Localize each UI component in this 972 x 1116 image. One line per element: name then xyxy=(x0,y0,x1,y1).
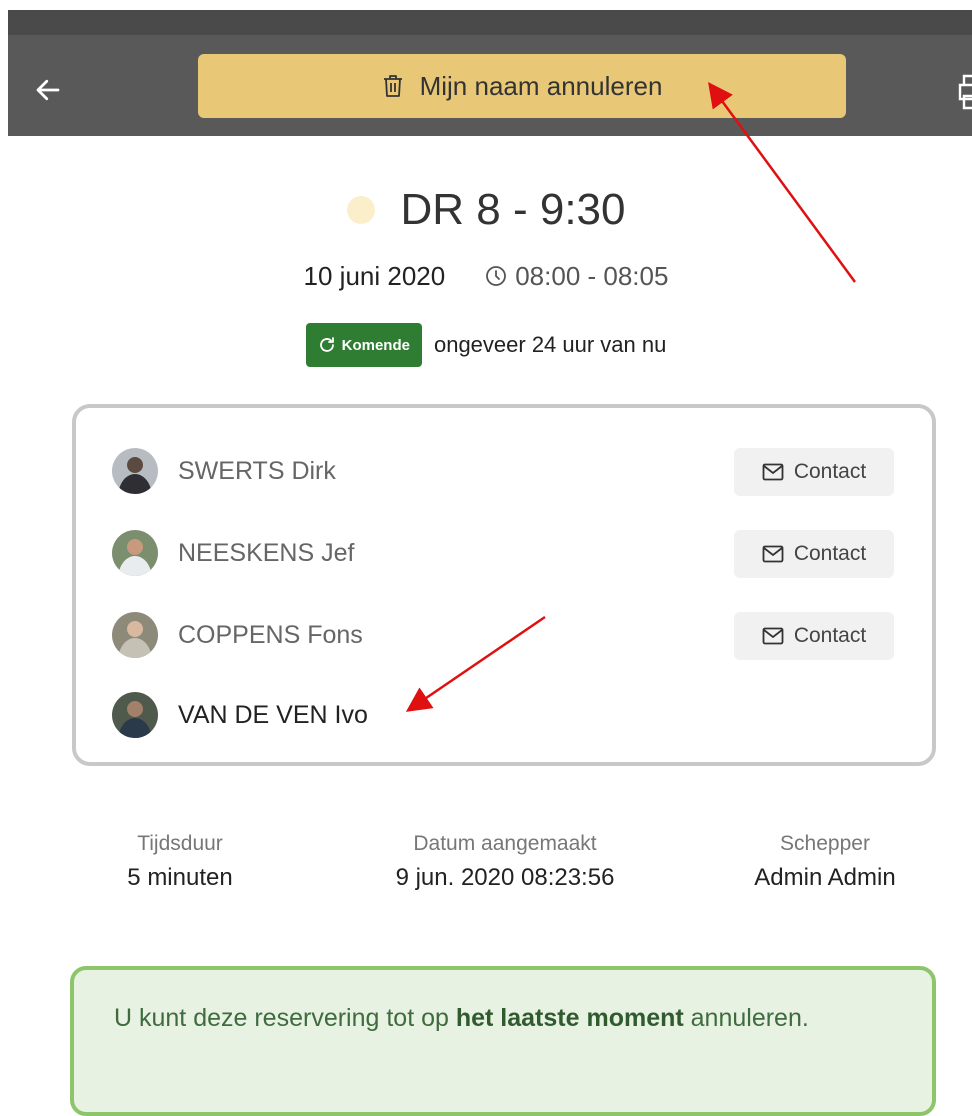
info-label: Tijdsduur xyxy=(137,832,223,855)
relative-time: ongeveer 24 uur van nu xyxy=(433,332,667,357)
top-strip xyxy=(8,0,972,10)
trash-icon xyxy=(383,75,402,97)
contact-button[interactable]: Contact xyxy=(734,612,894,660)
player-row: COPPENS Fons Contact xyxy=(112,610,894,660)
status-row: Komende ongeveer 24 uur van nu xyxy=(0,322,972,368)
contact-button-label: Contact xyxy=(793,624,867,647)
notice-text-prefix: U kunt deze reservering tot op xyxy=(114,1004,456,1032)
notice-text-bold: het laatste moment xyxy=(455,1004,684,1032)
reservation-time: 08:00 - 08:05 xyxy=(485,261,668,292)
reservation-date: 10 juni 2020 xyxy=(303,260,446,291)
info-value: 5 minuten xyxy=(127,864,233,891)
info-created: Datum aangemaakt 9 jun. 2020 08:23:56 xyxy=(350,832,660,892)
contact-button[interactable]: Contact xyxy=(734,530,894,578)
notice-text-suffix: annuleren. xyxy=(683,1004,809,1032)
status-badge-label: Komende xyxy=(341,336,410,354)
player-name: NEESKENS Jef xyxy=(178,538,355,567)
avatar[interactable] xyxy=(112,612,158,658)
avatar[interactable] xyxy=(112,448,158,494)
contact-button-label: Contact xyxy=(793,542,867,565)
toolbar-top-strip xyxy=(8,10,972,35)
info-creator: Schepper Admin Admin xyxy=(720,832,930,892)
printer-icon[interactable] xyxy=(958,74,972,110)
reservation-title-row: DR 8 - 9:30 xyxy=(0,178,972,242)
avatar[interactable] xyxy=(112,692,158,738)
status-dot xyxy=(346,196,375,224)
cancellation-notice: U kunt deze reservering tot op het laats… xyxy=(70,966,936,1116)
players-card: SWERTS Dirk Contact NEESKENS Jef Contact… xyxy=(72,404,936,766)
status-badge: Komende xyxy=(305,323,422,367)
mail-icon xyxy=(762,463,784,481)
player-row: SWERTS Dirk Contact xyxy=(112,446,894,496)
avatar[interactable] xyxy=(112,530,158,576)
date-row: 10 juni 2020 08:00 - 08:05 xyxy=(0,256,972,296)
time-range: 08:00 - 08:05 xyxy=(515,260,669,291)
info-row: Tijdsduur 5 minuten Datum aangemaakt 9 j… xyxy=(0,832,972,912)
info-duration: Tijdsduur 5 minuten xyxy=(100,832,260,892)
info-label: Datum aangemaakt xyxy=(413,832,597,855)
player-name: VAN DE VEN Ivo xyxy=(178,700,368,729)
toolbar: Mijn naam annuleren xyxy=(8,10,972,136)
player-row: VAN DE VEN Ivo xyxy=(112,690,892,740)
contact-button-label: Contact xyxy=(793,460,867,483)
refresh-icon xyxy=(319,337,334,352)
info-label: Schepper xyxy=(780,832,870,855)
back-button[interactable] xyxy=(28,70,68,110)
player-name: SWERTS Dirk xyxy=(178,456,336,485)
cancel-my-name-button[interactable]: Mijn naam annuleren xyxy=(198,54,846,118)
mail-icon xyxy=(762,627,784,645)
arrow-left-icon xyxy=(36,79,60,101)
player-name: COPPENS Fons xyxy=(178,620,363,649)
reservation-title: DR 8 - 9:30 xyxy=(400,185,626,234)
contact-button[interactable]: Contact xyxy=(734,448,894,496)
clock-icon xyxy=(486,266,507,286)
info-value: 9 jun. 2020 08:23:56 xyxy=(395,864,615,891)
mail-icon xyxy=(762,545,784,563)
player-row: NEESKENS Jef Contact xyxy=(112,528,894,578)
info-value: Admin Admin xyxy=(754,864,896,891)
cancel-button-label: Mijn naam annuleren xyxy=(419,70,663,101)
